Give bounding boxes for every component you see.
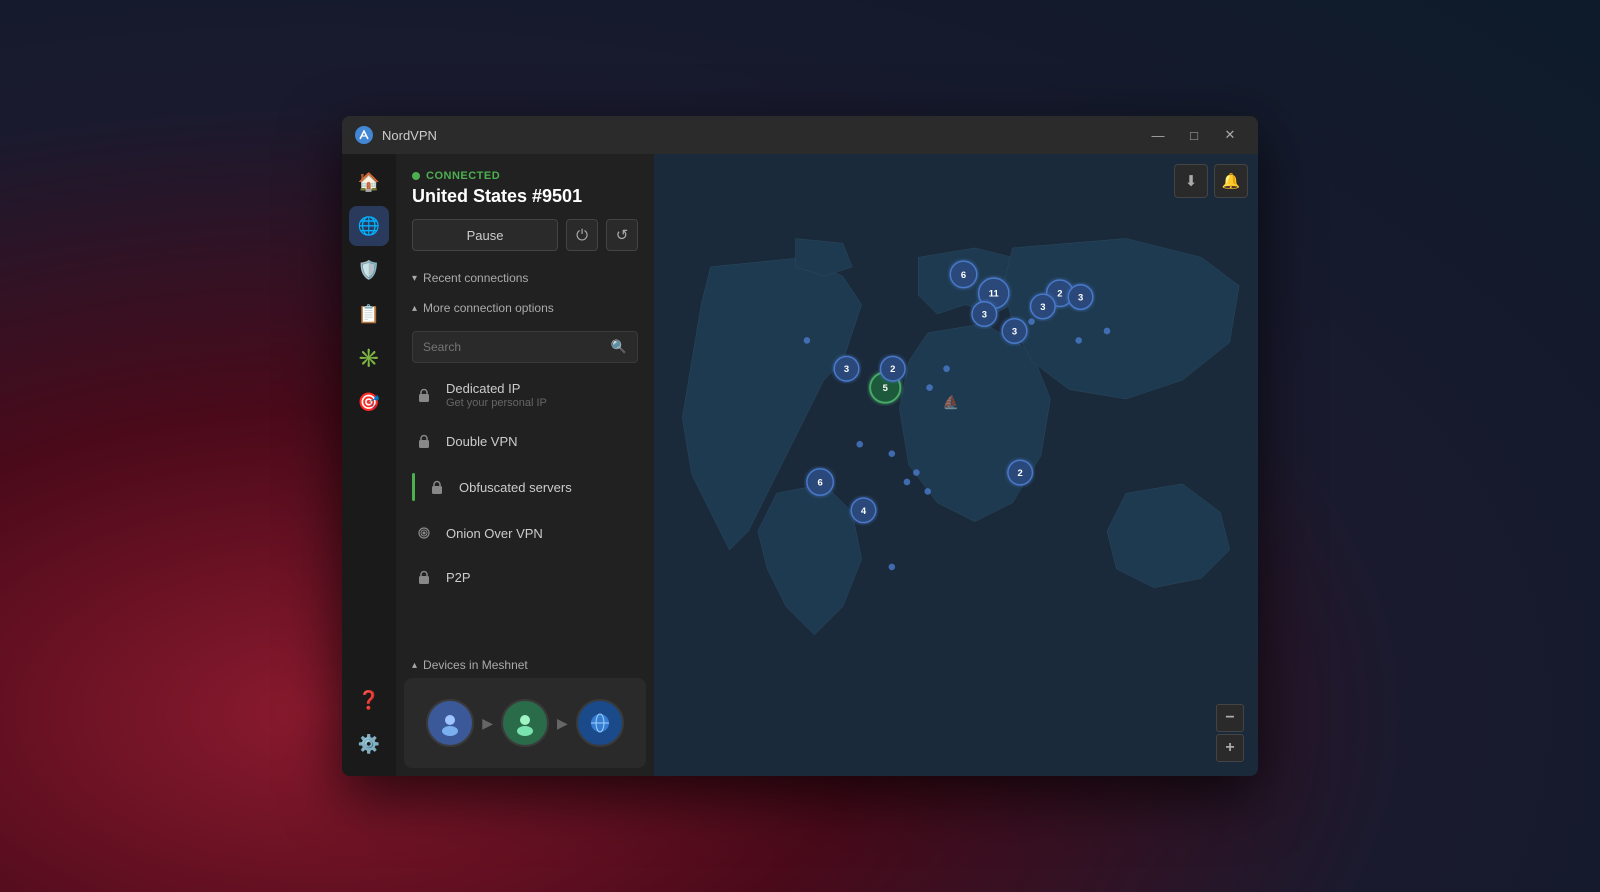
app-window: NordVPN — □ ✕ 🏠 🌐 🛡️ 📋 ✳️ 🎯 ❓ ⚙️ CONNECT… — [342, 116, 1258, 776]
double-vpn-text: Double VPN — [446, 434, 638, 449]
panel-header: CONNECTED United States #9501 Pause ⏻ ↺ — [396, 154, 654, 263]
recent-connections-label: Recent connections — [423, 271, 528, 285]
more-options-label: More connection options — [423, 301, 554, 315]
svg-text:5: 5 — [883, 382, 888, 393]
world-map: 2 6 11 3 3 5 3 — [654, 154, 1258, 776]
sidebar-item-threat[interactable]: 🎯 — [349, 382, 389, 422]
status-text: CONNECTED — [426, 170, 500, 182]
meshnet-label: Devices in Meshnet — [423, 658, 528, 672]
svg-text:6: 6 — [817, 476, 822, 487]
power-icon: ⏻ — [576, 227, 588, 244]
minimize-button[interactable]: — — [1142, 123, 1174, 147]
refresh-icon: ↺ — [616, 226, 629, 244]
zoom-out-button[interactable]: − — [1216, 704, 1244, 732]
device-avatar-1 — [426, 699, 474, 747]
svg-text:4: 4 — [861, 505, 867, 516]
sidebar-item-protection[interactable]: 🛡️ — [349, 250, 389, 290]
svg-text:3: 3 — [844, 363, 849, 374]
svg-text:11: 11 — [989, 288, 999, 299]
dedicated-ip-title: Dedicated IP — [446, 381, 638, 396]
connection-list: Dedicated IP Get your personal IP Double… — [396, 371, 654, 646]
dedicated-ip-subtitle: Get your personal IP — [446, 397, 638, 409]
p2p-text: P2P — [446, 570, 638, 585]
p2p-title: P2P — [446, 570, 638, 585]
server-name: United States #9501 — [412, 186, 638, 207]
meshnet-toggle[interactable]: ▴ Devices in Meshnet — [404, 652, 646, 678]
zoom-in-button[interactable]: + — [1216, 734, 1244, 762]
chevron-up-icon: ▴ — [412, 303, 417, 314]
window-controls: — □ ✕ — [1142, 123, 1246, 147]
p2p-icon — [412, 565, 436, 589]
double-vpn-item[interactable]: Double VPN — [404, 419, 646, 463]
sidebar-item-help[interactable]: ❓ — [349, 680, 389, 720]
pause-button[interactable]: Pause — [412, 219, 558, 251]
obfuscated-title: Obfuscated servers — [459, 480, 638, 495]
svg-text:3: 3 — [1012, 325, 1017, 336]
lock-icon — [412, 383, 436, 407]
obfuscated-text: Obfuscated servers — [459, 480, 638, 495]
sidebar-item-servers[interactable]: 🌐 — [349, 206, 389, 246]
active-indicator — [412, 473, 415, 501]
map-toolbar: ⬇ 🔔 — [1174, 164, 1248, 198]
sidebar-item-home[interactable]: 🏠 — [349, 162, 389, 202]
notification-icon: 🔔 — [1222, 172, 1241, 190]
chevron-up-icon: ▴ — [412, 660, 417, 671]
close-button[interactable]: ✕ — [1214, 123, 1246, 147]
chevron-down-icon: ▾ — [412, 273, 417, 284]
main-content: 🏠 🌐 🛡️ 📋 ✳️ 🎯 ❓ ⚙️ CONNECTED United Stat… — [342, 154, 1258, 776]
dedicated-ip-item[interactable]: Dedicated IP Get your personal IP — [404, 371, 646, 419]
search-icon: 🔍 — [611, 339, 627, 355]
onion-vpn-item[interactable]: Onion Over VPN — [404, 511, 646, 555]
double-lock-icon — [412, 429, 436, 453]
connection-panel: CONNECTED United States #9501 Pause ⏻ ↺ … — [396, 154, 654, 776]
arrow-icon-2: ▶ — [557, 715, 568, 732]
power-button[interactable]: ⏻ — [566, 219, 598, 251]
onion-icon — [412, 521, 436, 545]
download-icon: ⬇ — [1185, 172, 1198, 190]
svg-text:2: 2 — [1057, 288, 1062, 299]
obfuscated-item[interactable]: Obfuscated servers — [404, 463, 646, 511]
onion-vpn-text: Onion Over VPN — [446, 526, 638, 541]
dedicated-ip-text: Dedicated IP Get your personal IP — [446, 381, 638, 409]
app-title: NordVPN — [382, 128, 1142, 143]
svg-text:⛵: ⛵ — [943, 394, 959, 409]
svg-text:6: 6 — [961, 269, 966, 280]
download-button[interactable]: ⬇ — [1174, 164, 1208, 198]
onion-vpn-title: Onion Over VPN — [446, 526, 638, 541]
meshnet-card: ▶ ▶ — [404, 678, 646, 768]
titlebar: NordVPN — □ ✕ — [342, 116, 1258, 154]
sidebar-item-logs[interactable]: 📋 — [349, 294, 389, 334]
connection-status-badge: CONNECTED — [412, 170, 638, 182]
search-input[interactable] — [423, 340, 611, 354]
recent-connections-toggle[interactable]: ▾ Recent connections — [396, 263, 654, 293]
map-zoom-controls: − + — [1216, 704, 1244, 762]
notification-button[interactable]: 🔔 — [1214, 164, 1248, 198]
device-avatar-globe — [576, 699, 624, 747]
status-dot — [412, 172, 420, 180]
refresh-button[interactable]: ↺ — [606, 219, 638, 251]
svg-text:2: 2 — [1018, 467, 1023, 478]
svg-text:3: 3 — [1078, 292, 1083, 303]
more-options-toggle[interactable]: ▴ More connection options — [396, 293, 654, 323]
arrow-icon-1: ▶ — [482, 715, 493, 732]
svg-text:3: 3 — [1040, 301, 1045, 312]
maximize-button[interactable]: □ — [1178, 123, 1210, 147]
obfuscated-icon — [425, 475, 449, 499]
sidebar: 🏠 🌐 🛡️ 📋 ✳️ 🎯 ❓ ⚙️ — [342, 154, 396, 776]
svg-text:2: 2 — [890, 363, 895, 374]
map-area: ⬇ 🔔 — [654, 154, 1258, 776]
device-avatar-2 — [501, 699, 549, 747]
double-vpn-title: Double VPN — [446, 434, 638, 449]
panel-actions: Pause ⏻ ↺ — [412, 219, 638, 251]
search-bar: 🔍 — [412, 331, 638, 363]
p2p-item[interactable]: P2P — [404, 555, 646, 599]
sidebar-item-settings[interactable]: ⚙️ — [349, 724, 389, 764]
svg-text:3: 3 — [982, 309, 987, 320]
meshnet-section: ▴ Devices in Meshnet ▶ — [396, 646, 654, 776]
sidebar-item-meshnet[interactable]: ✳️ — [349, 338, 389, 378]
nordvpn-logo — [354, 125, 374, 145]
